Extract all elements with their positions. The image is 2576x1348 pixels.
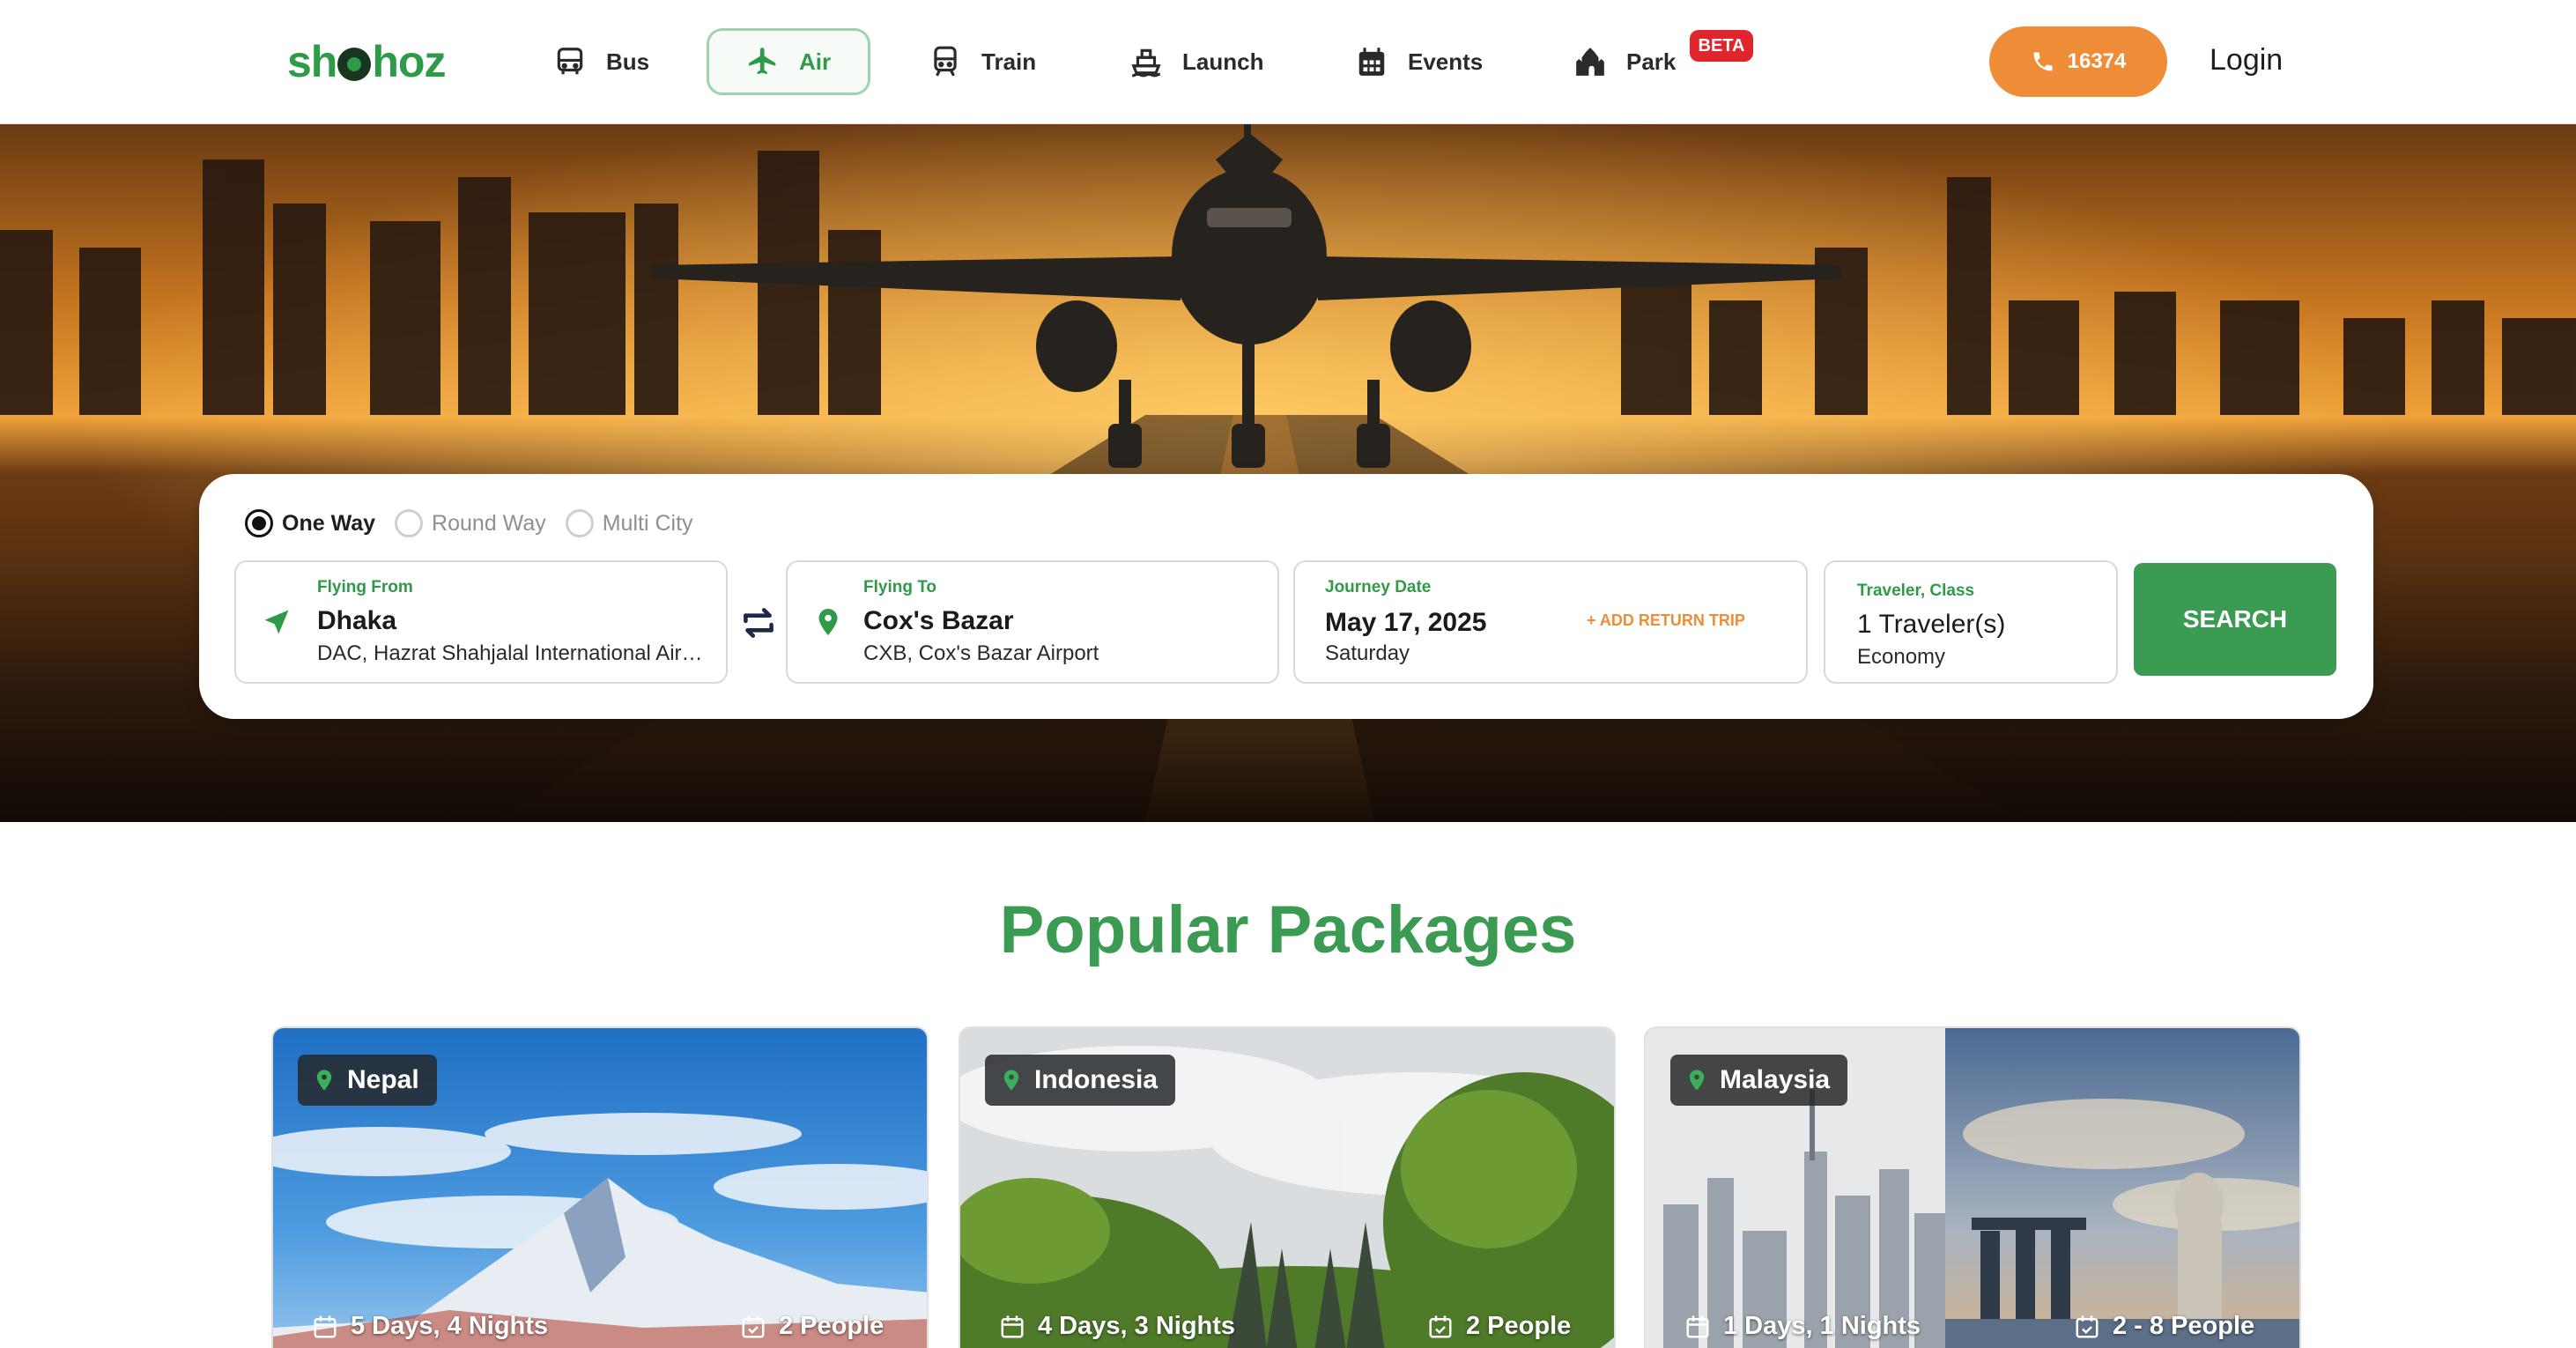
nav-label: Air xyxy=(798,48,832,75)
flying-to-field[interactable]: Flying To Cox's Bazar CXB, Cox's Bazar A… xyxy=(786,560,1279,684)
map-pin-icon xyxy=(1689,1070,1705,1091)
train-icon xyxy=(934,46,957,77)
radio-button[interactable] xyxy=(565,509,594,537)
calendar-icon xyxy=(314,1315,337,1337)
traveler-class-label: Traveler, Class xyxy=(1857,581,1975,600)
package-duration: 4 Days, 3 Nights xyxy=(999,1312,1235,1341)
search-button[interactable]: SEARCH xyxy=(2134,563,2336,676)
flying-from-airport: DAC, Hazrat Shahjalal International Airp… xyxy=(317,641,705,665)
journey-weekday: Saturday xyxy=(1325,641,1410,665)
map-pin-icon xyxy=(316,1070,332,1091)
flying-to-airport: CXB, Cox's Bazar Airport xyxy=(863,641,1099,665)
trip-type-multi-city[interactable]: Multi City xyxy=(565,509,693,537)
trip-type-selector: One Way Round Way Multi City xyxy=(245,509,693,537)
hotline-number: 16374 xyxy=(2067,49,2127,73)
flying-from-city: Dhaka xyxy=(317,606,397,635)
add-return-trip-link[interactable]: + ADD RETURN TRIP xyxy=(1587,611,1745,630)
nav-train[interactable]: Train xyxy=(929,28,1036,95)
location-name: Malaysia xyxy=(1720,1065,1831,1094)
flight-search-form: One Way Round Way Multi City Flying From… xyxy=(199,474,2373,719)
radio-button[interactable] xyxy=(395,509,424,537)
travel-class: Economy xyxy=(1857,645,1946,669)
shohoz-logo[interactable]: sh hoz xyxy=(287,33,446,90)
nav-events[interactable]: Events xyxy=(1355,28,1483,95)
trip-type-label: Round Way xyxy=(432,510,546,536)
people-text: 2 - 8 People xyxy=(2113,1312,2255,1340)
package-people: 2 People xyxy=(1427,1312,1571,1341)
flying-from-label: Flying From xyxy=(317,578,413,596)
phone-icon xyxy=(2033,52,2053,71)
traveler-count: 1 Traveler(s) xyxy=(1857,610,2006,639)
beta-badge: BETA xyxy=(1690,30,1753,62)
duration-text: 1 Days, 1 Nights xyxy=(1723,1312,1921,1340)
location-tag: Malaysia xyxy=(1670,1055,1848,1106)
castle-icon xyxy=(1576,48,1604,76)
calendar-check-icon xyxy=(742,1315,765,1337)
nav-label: Launch xyxy=(1182,48,1264,75)
map-pin-icon xyxy=(818,609,838,635)
duration-text: 5 Days, 4 Nights xyxy=(351,1312,549,1340)
duration-text: 4 Days, 3 Nights xyxy=(1038,1312,1236,1340)
package-duration: 1 Days, 1 Nights xyxy=(1684,1312,1921,1341)
trip-type-one-way[interactable]: One Way xyxy=(245,509,375,537)
package-people: 2 - 8 People xyxy=(2074,1312,2254,1341)
airplane-icon xyxy=(749,48,776,75)
calendar-check-icon xyxy=(1429,1315,1452,1337)
radio-button[interactable] xyxy=(245,509,273,537)
login-link[interactable]: Login xyxy=(2210,41,2283,79)
location-tag: Indonesia xyxy=(985,1055,1176,1106)
location-name: Indonesia xyxy=(1034,1065,1158,1094)
traveler-class-field[interactable]: Traveler, Class 1 Traveler(s) Economy xyxy=(1824,560,2118,684)
journey-date-label: Journey Date xyxy=(1325,578,1432,596)
calendar-icon xyxy=(1001,1315,1024,1337)
calendar-check-icon xyxy=(2076,1315,2099,1337)
package-card-malaysia[interactable]: Malaysia 1 Days, 1 Nights 2 - 8 People xyxy=(1644,1026,2301,1348)
nav-label: Events xyxy=(1408,48,1484,75)
popular-packages-title: Popular Packages xyxy=(999,892,1577,967)
calendar-icon xyxy=(1358,48,1385,76)
nav-launch[interactable]: Launch xyxy=(1129,28,1263,95)
hotline-button[interactable]: 16374 xyxy=(1989,26,2167,97)
trip-type-round-way[interactable]: Round Way xyxy=(395,509,546,537)
nav-label: Train xyxy=(981,48,1037,75)
calendar-icon xyxy=(1686,1315,1709,1337)
ship-icon xyxy=(1131,48,1161,78)
trip-type-label: Multi City xyxy=(602,510,693,536)
journey-date-value: May 17, 2025 xyxy=(1325,608,1487,637)
nav-label: Park xyxy=(1626,48,1677,75)
bus-icon xyxy=(557,48,583,75)
location-tag: Nepal xyxy=(298,1055,437,1106)
nav-park[interactable]: Park xyxy=(1573,28,1676,95)
flying-from-field[interactable]: Flying From Dhaka DAC, Hazrat Shahjalal … xyxy=(234,560,728,684)
nav-air[interactable]: Air xyxy=(707,28,870,95)
people-text: 2 People xyxy=(1466,1312,1572,1340)
map-pin-icon xyxy=(1003,1070,1019,1091)
nav-bus[interactable]: Bus xyxy=(553,28,649,95)
location-arrow-icon xyxy=(264,610,289,634)
nav-label: Bus xyxy=(606,48,650,75)
trip-type-label: One Way xyxy=(282,510,376,536)
location-name: Nepal xyxy=(347,1065,419,1094)
people-text: 2 People xyxy=(779,1312,885,1340)
package-people: 2 People xyxy=(740,1312,884,1341)
flying-to-label: Flying To xyxy=(863,578,937,596)
flying-to-city: Cox's Bazar xyxy=(863,606,1014,635)
top-navbar: sh hoz Bus Air Train Launch Events Park … xyxy=(0,0,2576,124)
package-duration: 5 Days, 4 Nights xyxy=(312,1312,548,1341)
swap-route-icon[interactable] xyxy=(737,601,781,645)
package-card-indonesia[interactable]: Indonesia 4 Days, 3 Nights 2 People xyxy=(959,1026,1616,1348)
package-card-nepal[interactable]: Nepal 5 Days, 4 Nights 2 People xyxy=(271,1026,929,1348)
